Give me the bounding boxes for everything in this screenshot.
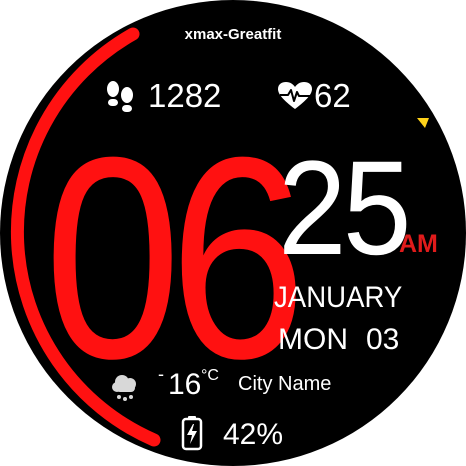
month-label: JANUARY <box>274 281 403 314</box>
notification-indicator-icon <box>417 118 429 128</box>
weekday-label: MON <box>278 323 348 356</box>
minutes-value: 25 <box>278 134 411 283</box>
battery-charging-icon <box>181 416 203 451</box>
battery-value: 42% <box>223 418 284 451</box>
temperature-unit: °C <box>201 367 219 384</box>
city-name: City Name <box>238 373 332 395</box>
ampm-label: AM <box>399 230 438 258</box>
day-value: 03 <box>366 323 400 356</box>
watch-face: xmax-Greatfit 1282 62 06 25 AM JANUARY M… <box>0 0 466 466</box>
temperature-sign: - <box>158 364 164 384</box>
cloud-rain-icon <box>112 375 136 401</box>
heart-rate-value: 62 <box>314 77 351 114</box>
temperature-value: 16 <box>168 368 202 401</box>
brand-label: xmax-Greatfit <box>184 26 282 43</box>
